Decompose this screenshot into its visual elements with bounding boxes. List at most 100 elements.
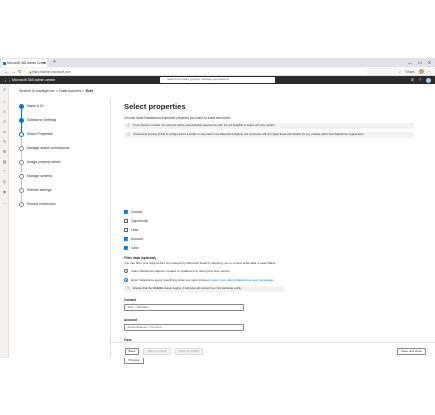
step-label: Review connection [27, 202, 56, 206]
browser-window: Microsoft 365 Admin Center ✕ + — ☐ ✕ ← →… [0, 58, 435, 364]
object-checkbox-row[interactable]: Opportunity [124, 219, 274, 224]
avatar[interactable] [426, 77, 431, 83]
close-window-button[interactable]: ✕ [428, 58, 431, 67]
radio-button[interactable] [124, 269, 129, 274]
checkbox[interactable] [124, 210, 129, 216]
wizard-step[interactable]: Manage search permissions [17, 144, 107, 154]
step-label: Assign property labels [27, 160, 61, 164]
info-icon: ⓘ [127, 132, 131, 137]
page-title: Select properties [124, 102, 186, 111]
refresh-icon[interactable]: ↻ [18, 67, 22, 76]
footer-bar: Back Save & Close Save & publish Save an… [111, 342, 435, 358]
radio-button-selected[interactable] [124, 278, 129, 283]
step-indicator [19, 131, 24, 137]
settings-nav-icon[interactable]: ⚙ [3, 150, 7, 154]
query-input[interactable]: AccountName = 'Contoso' [124, 324, 244, 331]
home-icon[interactable]: ⌂ [3, 100, 7, 104]
waffle-icon[interactable]: ⋮⋮ [3, 78, 12, 83]
save-close-button[interactable]: Save & Close [143, 348, 171, 355]
search-nav-icon[interactable]: ◈ [3, 190, 7, 194]
object-checkbox-row[interactable]: Account [124, 237, 274, 243]
radio-time-period[interactable]: Index Salesforce objects created or upda… [124, 269, 414, 274]
more-nav-icon[interactable]: ⋯ [3, 202, 7, 206]
learn-more-link[interactable]: Learn more about Salesforce query langua… [211, 278, 273, 282]
forward-arrow-icon[interactable]: → [11, 67, 16, 76]
radio-label: Index Salesforce objects created or upda… [131, 269, 230, 273]
wizard-step[interactable]: Refresh settings [17, 186, 107, 196]
field-label: Account [124, 318, 138, 322]
field-label: Contact [124, 298, 137, 302]
step-indicator [19, 103, 24, 109]
info-text: If field level security (FLS) is configu… [133, 132, 365, 137]
wizard-step[interactable]: Name & ID [17, 102, 107, 112]
checkbox[interactable] [124, 237, 129, 243]
info-icon: ⓘ [127, 286, 131, 291]
search-icon: ⌕ [162, 77, 164, 82]
wizard-step[interactable]: Select Properties [17, 130, 107, 140]
app-header: ⋮⋮ Microsoft 365 admin center ⌕ Search f… [0, 76, 435, 84]
favorites-icon[interactable]: ☆ [399, 70, 402, 74]
browser-tab[interactable]: Microsoft 365 Admin Center ✕ [1, 59, 47, 67]
checkbox-label: Opportunity [131, 219, 149, 223]
menu-icon[interactable]: ≡ [3, 88, 7, 92]
more-icon[interactable]: ⋯ [428, 70, 431, 74]
checkbox[interactable] [124, 219, 129, 224]
step-indicator [19, 201, 24, 207]
header-icons: ⚙ ? [411, 76, 431, 84]
breadcrumb-current: Edit [85, 89, 93, 93]
share-label[interactable]: Share [406, 70, 415, 74]
address-bar-row: ← → ↻ 🔒 https://admin.microsoft.com ☆ Sh… [0, 67, 435, 76]
app-title: Microsoft 365 admin center [12, 78, 56, 82]
wizard-step[interactable]: Manage schema [17, 172, 107, 182]
health-icon[interactable]: ♡ [3, 170, 7, 174]
step-indicator [19, 173, 24, 179]
back-arrow-icon[interactable]: ← [4, 67, 9, 76]
object-checkbox-row[interactable]: Case [124, 246, 274, 252]
object-checkbox-row[interactable]: Lead [124, 228, 274, 233]
info-text: Ensure that the WHERE clause begins, it … [133, 286, 242, 291]
profile-avatar[interactable] [418, 69, 424, 74]
info-text: If you choose Contact, the account will … [133, 123, 276, 128]
left-nav-rail: ≡ ⌂ ☺ ⚇ ▭ ✎ ⚙ ▤ ♡ ◎ ◈ ⋯ [0, 84, 9, 358]
reports-icon[interactable]: ▤ [3, 160, 7, 164]
admin-centers-icon[interactable]: ◎ [3, 180, 7, 184]
checkbox-label: Lead [131, 228, 139, 232]
breadcrumb: Search & intelligence > Data sources > E… [19, 89, 93, 94]
save-and-close-button[interactable]: Save and close [397, 348, 426, 355]
tab-title: Microsoft 365 Admin Center [7, 61, 47, 65]
checkbox[interactable] [124, 228, 129, 233]
info-icon: ⓘ [127, 123, 131, 128]
users-icon[interactable]: ☺ [3, 110, 7, 114]
info-bar-contact: ⓘ If you choose Contact, the account wil… [124, 123, 414, 129]
minimize-button[interactable]: — [408, 58, 412, 67]
step-label: Name & ID [27, 104, 44, 108]
maximize-button[interactable]: ☐ [418, 58, 422, 67]
filter-description: You can filter your data before it's ind… [124, 261, 277, 265]
browser-tab-strip: Microsoft 365 Admin Center ✕ + — ☐ ✕ [0, 58, 435, 67]
wizard-step[interactable]: Assign property labels [17, 158, 107, 168]
lock-icon: 🔒 [28, 69, 33, 74]
breadcrumb-path[interactable]: Search & intelligence > Data sources > [19, 89, 86, 93]
close-icon[interactable]: ✕ [43, 61, 46, 65]
wizard-step[interactable]: Salesforce Settings [17, 116, 107, 126]
back-button[interactable]: Back [125, 348, 139, 355]
save-publish-button[interactable]: Save & publish [175, 348, 203, 355]
url-input[interactable]: 🔒 https://admin.microsoft.com [27, 68, 367, 75]
search-input[interactable]: ⌕ Search for users, groups, settings, an… [160, 77, 275, 83]
radio-salesforce-query[interactable]: Enter Salesforce query specifying what y… [124, 278, 414, 283]
step-label: Salesforce Settings [27, 118, 57, 122]
steps-divider [110, 98, 111, 356]
url-text: https://admin.microsoft.com [32, 69, 71, 74]
help-icon[interactable]: ? [419, 78, 421, 82]
query-input[interactable]: Title = 'Manager' [124, 304, 244, 311]
checkbox[interactable] [124, 246, 129, 252]
settings-icon[interactable]: ⚙ [411, 78, 414, 82]
new-tab-icon[interactable]: + [53, 59, 56, 66]
billing-icon[interactable]: ▭ [3, 130, 7, 134]
setup-icon[interactable]: ✎ [3, 140, 7, 144]
object-checkbox-row[interactable]: Contact [124, 210, 274, 216]
wizard-step[interactable]: Review connection [17, 200, 107, 210]
search-placeholder: Search for users, groups, settings, and … [167, 77, 229, 82]
checkbox-label: Case [131, 246, 139, 250]
groups-icon[interactable]: ⚇ [3, 120, 7, 124]
